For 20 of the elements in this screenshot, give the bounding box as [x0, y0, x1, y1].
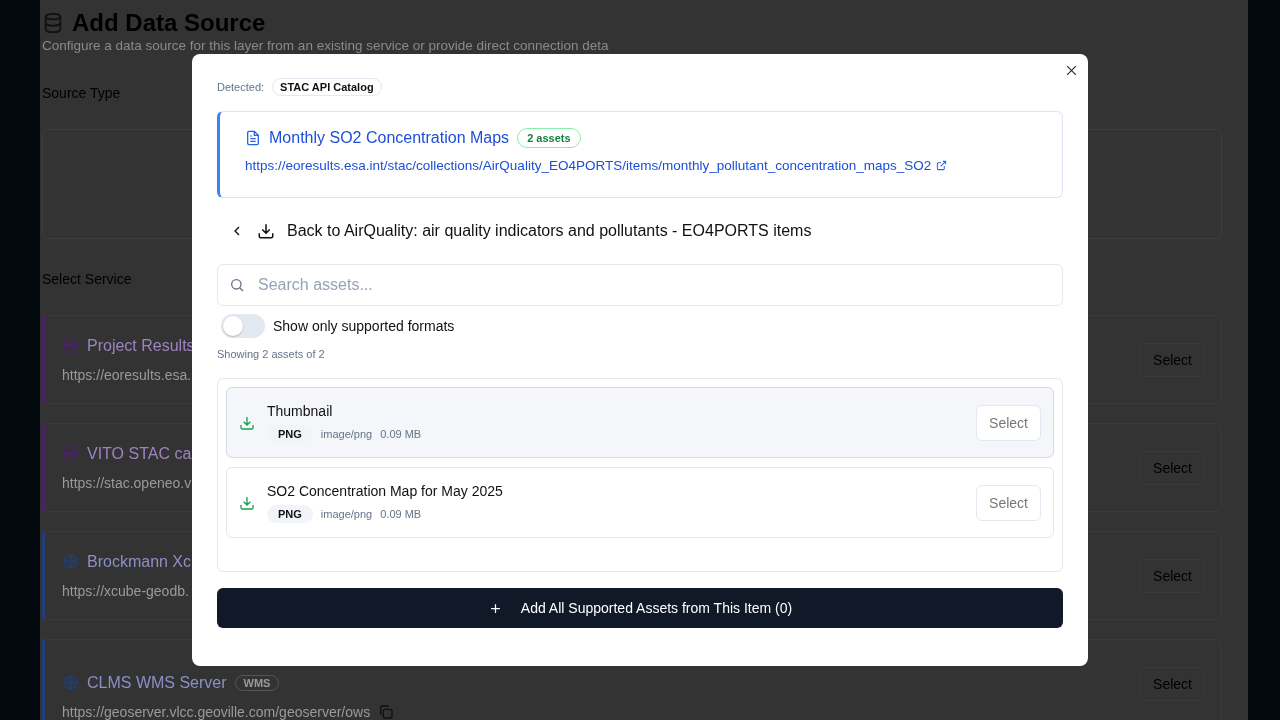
service-url: https://xcube-geodb.	[62, 582, 189, 599]
asset-count-text: Showing 2 assets of 2	[217, 348, 326, 360]
service-name: Brockmann Xc	[87, 552, 192, 571]
service-url: https://stac.openeo.v	[62, 474, 192, 491]
service-name: Project Results	[87, 336, 195, 355]
format-badge: PNG	[267, 504, 313, 523]
asset-title: SO2 Concentration Map for May 2025	[267, 482, 504, 499]
asset-title: Thumbnail	[267, 402, 334, 419]
toggle-label: Show only supported formats	[273, 318, 455, 334]
service-name: CLMS WMS Server	[87, 673, 227, 692]
mime-type: image/png	[320, 427, 373, 440]
item-title: Monthly SO2 Concentration Maps	[269, 129, 510, 147]
mime-type: image/png	[320, 507, 373, 520]
file-size: 0.09 MB	[380, 427, 422, 440]
page-subtitle: Configure a data source for this layer from an existing service or provide direct connection deta	[42, 38, 610, 53]
service-name: VITO STAC ca	[87, 444, 192, 463]
detected-label: Detected:	[217, 81, 265, 93]
file-size: 0.09 MB	[380, 507, 422, 520]
service-url: https://geoserver.vlcc.geoville.com/geoserver/ows	[62, 703, 371, 720]
service-url: https://eoresults.esa.	[62, 366, 192, 383]
